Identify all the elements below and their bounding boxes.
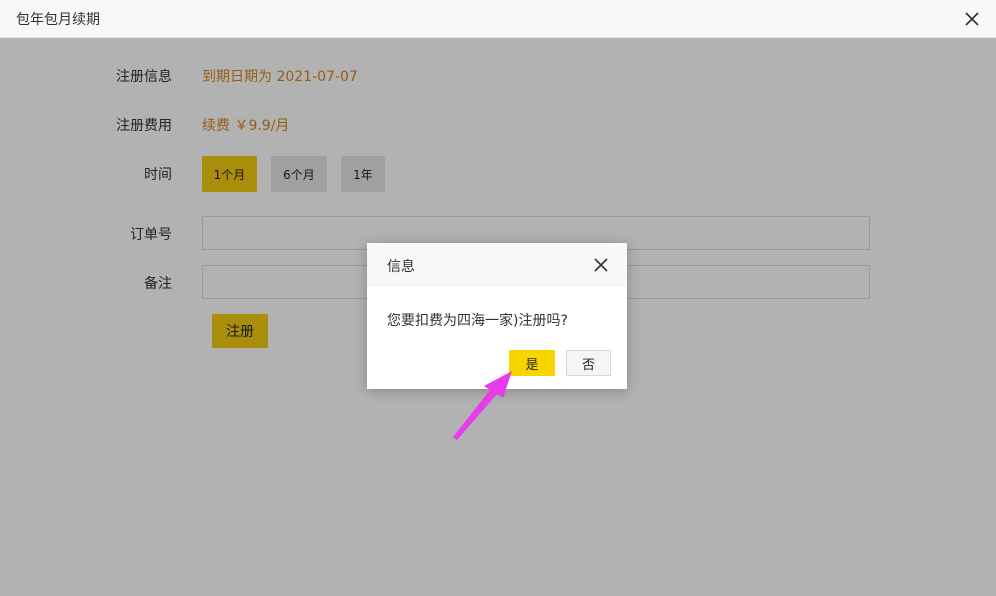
confirm-dialog: 信息 您要扣费为四海一家)注册吗? 是 否 [367,243,627,389]
dialog-title: 信息 [387,259,415,275]
confirm-no-button[interactable]: 否 [566,350,611,376]
dialog-close-icon[interactable] [593,257,609,273]
window-titlebar: 包年包月续期 [0,0,996,38]
window-title: 包年包月续期 [16,12,100,28]
confirm-yes-button[interactable]: 是 [509,350,555,376]
close-icon[interactable] [962,9,982,29]
dialog-header: 信息 [367,243,627,286]
dialog-message: 您要扣费为四海一家)注册吗? [387,313,568,329]
